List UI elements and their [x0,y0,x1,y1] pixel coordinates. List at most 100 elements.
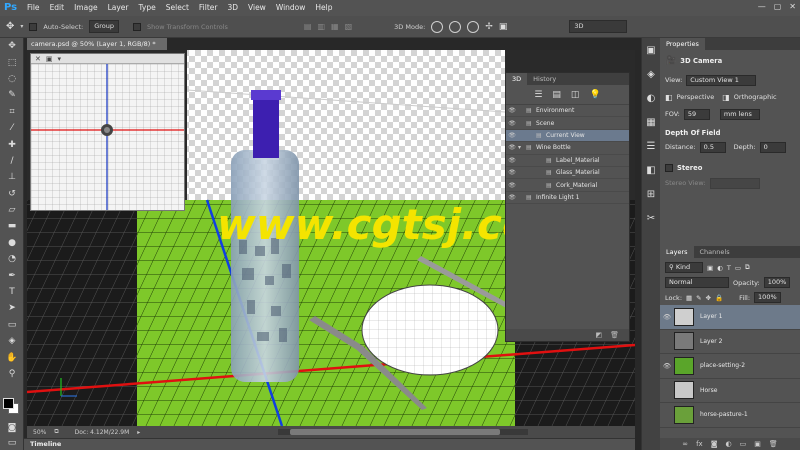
scrollbar-thumb[interactable] [290,429,501,435]
scene-tree-item[interactable]: 👁 ▤ Cork_Material [506,179,629,192]
shape-tool-icon[interactable]: ▭ [0,317,24,333]
expand-arrow-icon[interactable]: ▾ [518,144,526,151]
tool-preset-dropdown-icon[interactable]: ▾ [20,23,23,30]
visibility-eye-icon[interactable]: 👁 [506,182,518,189]
stereo-view-dropdown[interactable] [709,177,760,189]
status-menu-arrow-icon[interactable]: ▸ [137,429,140,436]
distance-input[interactable]: 0.5 [699,141,726,153]
scene-tree-item[interactable]: 👁 ▤ Current View [506,129,629,143]
marquee-tool-icon[interactable]: ⬚ [0,54,24,70]
visibility-eye-icon[interactable]: 👁 [506,144,518,151]
lock-position-icon[interactable]: ✥ [706,294,711,302]
3d-secondary-view[interactable]: ✕ ▣ ▾ [30,53,185,211]
filter-type-icon[interactable]: T [727,264,731,272]
filter-shape-icon[interactable]: ▭ [735,264,741,272]
stereo-checkbox[interactable] [665,164,673,172]
show-transform-checkbox[interactable] [133,22,142,31]
new-layer-icon[interactable]: ▣ [754,440,761,448]
eyedropper-tool-icon[interactable]: ⁄ [0,120,24,136]
screen-mode-icon[interactable]: ▭ [0,435,24,450]
visibility-eye-icon[interactable]: 👁 [506,169,518,176]
view-options-icon[interactable]: ▣ [46,55,53,63]
foreground-color-swatch[interactable] [3,398,14,409]
new-light-icon[interactable]: ◩ [595,331,602,339]
lasso-tool-icon[interactable]: ◌ [0,71,24,87]
layer-row[interactable]: horse-pasture-1 [660,403,800,428]
hand-tool-icon[interactable]: ✋ [0,349,24,365]
gradient-tool-icon[interactable]: ▬ [0,218,24,234]
link-layers-icon[interactable]: ∞ [682,440,688,448]
crop-tool-icon[interactable]: ⌗ [0,104,24,120]
swatches-panel-icon[interactable]: ▦ [642,110,660,134]
align-bottom-icon[interactable]: ▦ [331,22,339,31]
layer-style-icon[interactable]: fx [696,440,703,448]
layer-row[interactable]: Horse [660,379,800,403]
visibility-eye-icon[interactable]: 👁 [506,120,518,127]
layer-row[interactable]: 👁 Layer 1 [660,305,800,330]
minimize-button[interactable]: — [758,2,766,11]
pen-tool-icon[interactable]: ✒ [0,267,24,283]
scene-tree-item[interactable]: 👁 ▤ Glass_Material [506,167,629,180]
lock-transparent-icon[interactable]: ▦ [686,294,692,302]
filter-adjust-icon[interactable]: ◐ [717,264,723,272]
menu-help[interactable]: Help [310,0,337,16]
materials-icon[interactable]: ◫ [571,90,580,100]
scene-tree-item[interactable]: 👁 ▤ Environment [506,105,629,118]
close-icon[interactable]: ✕ [35,55,41,63]
view-dropdown[interactable]: Custom View 1 [686,74,757,86]
orthographic-icon[interactable]: ◨ [722,93,730,102]
lock-all-icon[interactable]: 🔒 [715,294,723,302]
tab-properties[interactable]: Properties [660,38,705,50]
perspective-label[interactable]: Perspective [677,93,715,101]
scene-tree-item[interactable]: 👁 ▤ Label_Material [506,155,629,167]
move-tool-icon[interactable]: ✥ [0,38,24,54]
auto-select-dropdown[interactable]: Group [89,20,120,33]
history-brush-tool-icon[interactable]: ↺ [0,186,24,202]
menu-type[interactable]: Type [134,0,161,16]
tab-layers[interactable]: Layers [660,246,694,258]
delete-layer-icon[interactable]: 🗑 [769,440,778,448]
visibility-eye-icon[interactable]: 👁 [506,194,518,201]
zoom-tool-icon[interactable]: ⚲ [0,366,24,382]
kind-filter-dropdown[interactable]: ⚲ Kind [665,262,703,273]
menu-window[interactable]: Window [271,0,311,16]
path-selection-tool-icon[interactable]: ➤ [0,300,24,316]
document-tab[interactable]: camera.psd @ 50% (Layer 1, RGB/8) * [27,38,167,50]
3d-tool-icon[interactable]: ◈ [0,333,24,349]
orbit-icon[interactable] [431,20,444,33]
type-tool-icon[interactable]: T [0,284,24,300]
slide-icon[interactable]: ✢ [485,22,493,32]
quick-mask-icon[interactable]: ◙ [0,420,24,436]
fov-input[interactable]: 59 [683,108,710,120]
filter-pixel-icon[interactable]: ▣ [707,264,713,272]
roll-icon[interactable] [449,20,462,33]
history-panel-icon[interactable]: ▣ [642,38,660,62]
fov-unit-dropdown[interactable]: mm lens [719,108,760,120]
menu-filter[interactable]: Filter [194,0,223,16]
visibility-eye-icon[interactable]: 👁 [506,157,518,164]
tab-3d[interactable]: 3D [506,73,528,85]
menu-3d[interactable]: 3D [222,0,243,16]
align-top-icon[interactable]: ▤ [304,22,312,31]
workspace-dropdown[interactable]: 3D [569,20,628,33]
pan-icon[interactable] [467,20,480,33]
meshes-icon[interactable]: ▤ [552,90,561,100]
healing-brush-tool-icon[interactable]: ✚ [0,136,24,152]
maximize-button[interactable]: ▢ [774,2,782,11]
styles-panel-icon[interactable]: ◧ [642,158,660,182]
clone-stamp-tool-icon[interactable]: ⊥ [0,169,24,185]
scene-tree-item[interactable]: 👁 ▾ ▤ Wine Bottle [506,142,629,155]
delete-icon[interactable]: 🗑 [610,331,619,339]
menu-arrow-icon[interactable]: ▾ [58,55,62,63]
layer-visibility-eye-icon[interactable]: 👁 [660,362,674,370]
menu-layer[interactable]: Layer [103,0,134,16]
adjustment-layer-icon[interactable]: ◐ [726,440,732,448]
distribute-icon[interactable]: ▧ [345,22,353,31]
scene-tree-item[interactable]: 👁 ▤ Scene [506,117,629,130]
auto-select-checkbox[interactable] [29,22,38,31]
whole-scene-icon[interactable]: ☰ [534,90,542,100]
brush-tool-icon[interactable]: / [0,153,24,169]
move-tool-icon[interactable]: ✥ [6,21,14,32]
blend-mode-dropdown[interactable]: Normal [665,277,729,288]
3d-panel-icon[interactable]: ◈ [642,62,660,86]
